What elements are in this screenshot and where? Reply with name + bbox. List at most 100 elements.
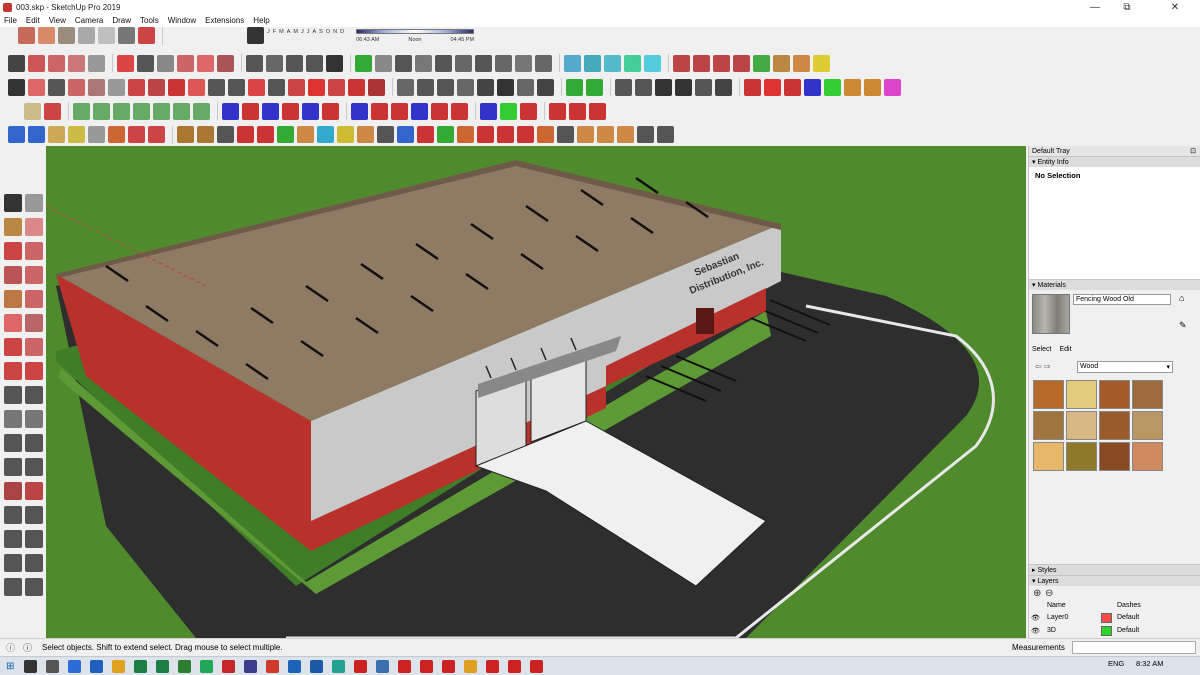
rotate-icon[interactable]	[4, 362, 22, 380]
tool-icon[interactable]	[391, 102, 408, 120]
walk-icon[interactable]	[25, 554, 43, 572]
tool-icon[interactable]	[377, 126, 394, 143]
taskbar-app-icon[interactable]	[376, 659, 390, 673]
line-icon[interactable]	[4, 242, 22, 260]
dimension-icon[interactable]	[8, 54, 25, 72]
taskbar-app-icon[interactable]	[156, 659, 170, 673]
move-icon[interactable]	[137, 54, 154, 72]
menu-extensions[interactable]: Extensions	[205, 16, 244, 25]
tool-icon[interactable]	[297, 126, 314, 143]
tool-icon[interactable]	[437, 78, 454, 96]
collection-dropdown[interactable]: Wood ▾	[1077, 361, 1173, 373]
menu-tools[interactable]: Tools	[140, 16, 159, 25]
tool-icon[interactable]	[784, 78, 801, 96]
layer-dashes[interactable]: Default	[1117, 614, 1139, 621]
eraser-icon[interactable]	[25, 218, 43, 236]
tool-icon[interactable]	[753, 54, 770, 72]
tool-icon[interactable]	[415, 54, 432, 72]
tool-icon[interactable]	[517, 126, 534, 143]
tool-icon[interactable]	[675, 78, 692, 96]
model-scene[interactable]: Sebastian Distribution, Inc.	[46, 146, 1026, 638]
layer-name[interactable]: Layer0	[1047, 614, 1068, 621]
material-swatch[interactable]	[1066, 411, 1097, 440]
layer-dashes[interactable]: Default	[1117, 627, 1139, 634]
material-swatch[interactable]	[1033, 380, 1064, 409]
tool-icon[interactable]	[520, 102, 537, 120]
zoom-icon[interactable]	[4, 506, 22, 524]
tool-icon[interactable]	[173, 102, 190, 120]
eraser-icon[interactable]	[28, 78, 45, 96]
tool-icon[interactable]	[217, 126, 234, 143]
tool-icon[interactable]	[368, 78, 385, 96]
tool-icon[interactable]	[348, 78, 365, 96]
tool-icon[interactable]	[451, 102, 468, 120]
orbit-icon[interactable]	[4, 482, 22, 500]
tool-icon[interactable]	[113, 102, 130, 120]
tool-icon[interactable]	[188, 78, 205, 96]
menu-help[interactable]: Help	[253, 16, 269, 25]
input-language[interactable]: ENG	[1108, 659, 1124, 668]
tool-icon[interactable]	[535, 54, 552, 72]
tool-icon[interactable]	[813, 54, 830, 72]
tool-icon[interactable]	[128, 126, 145, 143]
layer-color-swatch[interactable]	[1101, 626, 1112, 636]
tool-icon[interactable]	[397, 126, 414, 143]
menu-window[interactable]: Window	[168, 16, 196, 25]
tool-icon[interactable]	[673, 54, 690, 72]
follow-me-icon[interactable]	[217, 54, 234, 72]
polygon-icon[interactable]	[25, 290, 43, 308]
tool-icon[interactable]	[337, 126, 354, 143]
tool-icon[interactable]	[589, 102, 606, 120]
solid-subtract-icon[interactable]	[28, 126, 45, 143]
tool-icon[interactable]	[597, 126, 614, 143]
material-swatch[interactable]	[1132, 380, 1163, 409]
tool-icon[interactable]	[317, 126, 334, 143]
tool-icon[interactable]	[351, 102, 368, 120]
tool-icon[interactable]	[153, 102, 170, 120]
taskbar-app-icon[interactable]	[332, 659, 346, 673]
tool-icon[interactable]	[497, 126, 514, 143]
sandbox-icon[interactable]	[24, 102, 41, 120]
visibility-eye-icon[interactable]: 👁	[1031, 627, 1040, 635]
close-button[interactable]: ✕	[1160, 0, 1190, 14]
tool-icon[interactable]	[557, 126, 574, 143]
taskbar-app-icon[interactable]	[508, 659, 522, 673]
circle-icon[interactable]	[4, 290, 22, 308]
menu-camera[interactable]: Camera	[75, 16, 103, 25]
taskbar-app-icon[interactable]	[68, 659, 82, 673]
tool-icon[interactable]	[577, 126, 594, 143]
tool-icon[interactable]	[268, 78, 285, 96]
tool-icon[interactable]	[793, 54, 810, 72]
taskbar-app-icon[interactable]	[24, 659, 38, 673]
tool-icon[interactable]	[764, 78, 781, 96]
taskbar-app-icon[interactable]	[288, 659, 302, 673]
tool-icon[interactable]	[615, 78, 632, 96]
offset-icon[interactable]	[197, 54, 214, 72]
tape-icon[interactable]	[246, 54, 263, 72]
freehand-icon[interactable]	[25, 242, 43, 260]
tool-icon[interactable]	[177, 126, 194, 143]
tool-icon[interactable]	[500, 102, 517, 120]
tool-icon[interactable]	[455, 54, 472, 72]
eraser-icon[interactable]	[88, 54, 105, 72]
taskbar-app-icon[interactable]	[398, 659, 412, 673]
tool-icon[interactable]	[824, 78, 841, 96]
pin-icon[interactable]: ⊡	[1190, 147, 1196, 155]
tool-icon[interactable]	[844, 78, 861, 96]
tool-icon[interactable]	[417, 126, 434, 143]
taskbar-app-icon[interactable]	[90, 659, 104, 673]
section-icon[interactable]	[326, 54, 343, 72]
move-icon[interactable]	[4, 338, 22, 356]
taskbar-app-icon[interactable]	[134, 659, 148, 673]
zoom-extents-icon[interactable]	[4, 530, 22, 548]
tool-icon[interactable]	[222, 102, 239, 120]
menu-draw[interactable]: Draw	[112, 16, 131, 25]
tool-icon[interactable]	[242, 102, 259, 120]
visibility-eye-icon[interactable]: 👁	[1031, 614, 1040, 622]
tool-icon[interactable]	[73, 102, 90, 120]
tool-icon[interactable]	[637, 126, 654, 143]
tool-icon[interactable]	[604, 54, 621, 72]
arc-icon[interactable]	[48, 54, 65, 72]
taskbar-app-icon[interactable]	[464, 659, 478, 673]
tool-icon[interactable]	[68, 126, 85, 143]
